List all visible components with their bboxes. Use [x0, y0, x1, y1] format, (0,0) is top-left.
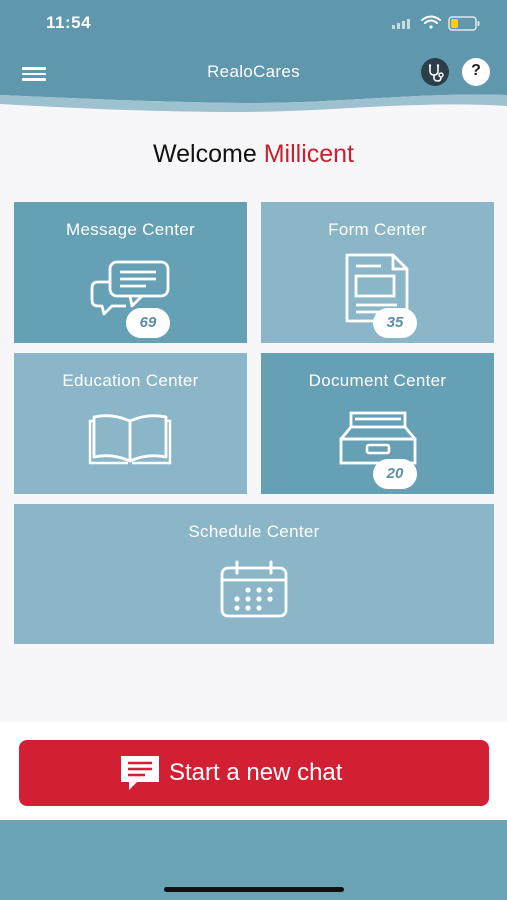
welcome-greeting: Welcome: [153, 140, 257, 168]
help-button[interactable]: ?: [462, 58, 490, 86]
status-icons: [392, 15, 480, 31]
start-new-chat-label: Start a new chat: [169, 759, 343, 786]
tile-label: Message Center: [66, 220, 195, 239]
file-drawer-icon: [339, 411, 417, 465]
start-new-chat-button[interactable]: Start a new chat: [19, 740, 489, 806]
care-team-button[interactable]: [421, 58, 449, 86]
tile-label: Schedule Center: [188, 522, 320, 541]
unread-count-badge: 69: [126, 308, 170, 338]
tile-label: Document Center: [308, 371, 447, 390]
calendar-icon: [220, 560, 288, 618]
battery-icon: [448, 16, 480, 31]
message-center-tile[interactable]: Message Center 69: [14, 202, 247, 343]
open-book-icon: [88, 414, 172, 465]
home-indicator[interactable]: [164, 887, 344, 892]
stethoscope-icon: [428, 64, 444, 82]
welcome-heading: Welcome Millicent: [0, 140, 507, 169]
schedule-center-tile[interactable]: Schedule Center: [14, 504, 494, 644]
new-documents-badge: 20: [373, 459, 417, 489]
chat-message-icon: [121, 756, 159, 790]
tile-label: Form Center: [328, 220, 427, 239]
cellular-signal-icon: [392, 19, 410, 29]
tile-label: Education Center: [62, 371, 199, 390]
app-header: 11:54 RealoCares ?: [0, 0, 507, 122]
pending-forms-badge: 35: [373, 308, 417, 338]
document-center-tile[interactable]: Document Center 20: [261, 353, 494, 494]
help-icon: ?: [471, 62, 481, 79]
welcome-user-name: Millicent: [263, 140, 354, 168]
status-time: 11:54: [46, 13, 92, 32]
wifi-icon: [421, 15, 441, 29]
education-center-tile[interactable]: Education Center: [14, 353, 247, 494]
form-center-tile[interactable]: Form Center 35: [261, 202, 494, 343]
